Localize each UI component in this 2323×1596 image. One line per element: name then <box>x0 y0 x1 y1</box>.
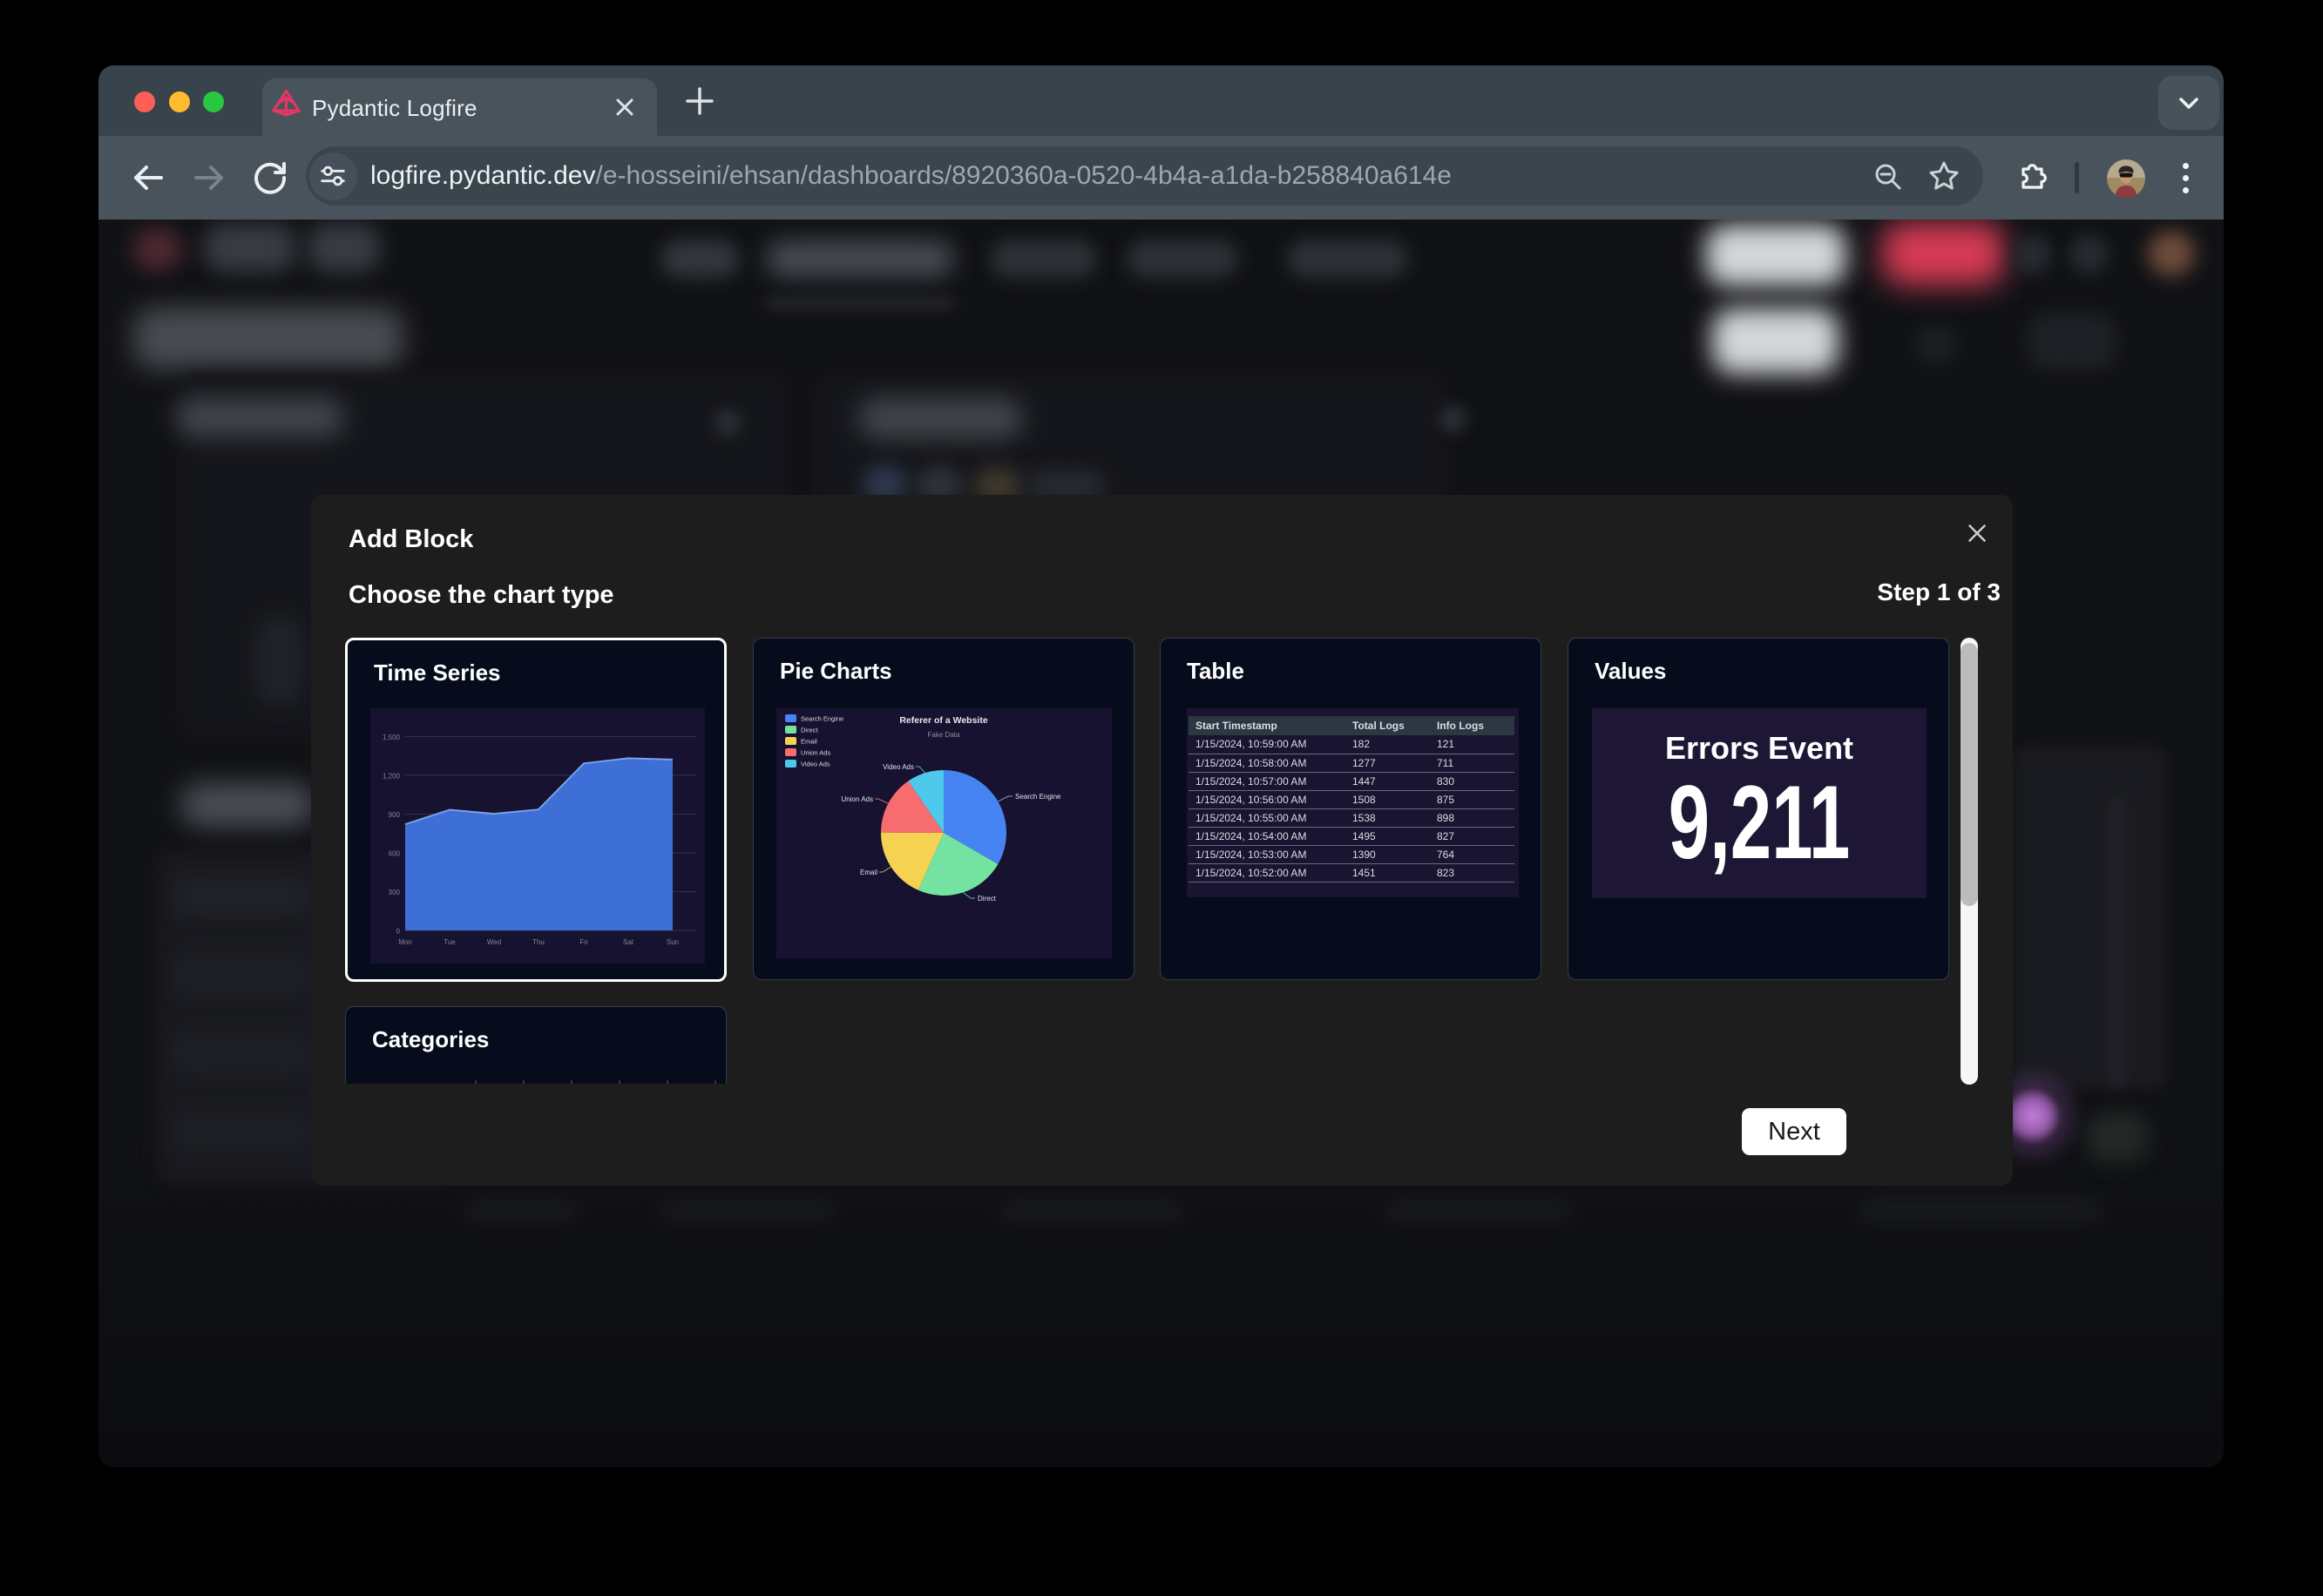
svg-text:Referer of a Website: Referer of a Website <box>899 715 987 726</box>
svg-text:Sun: Sun <box>667 938 679 946</box>
svg-text:Sat: Sat <box>623 938 634 946</box>
svg-text:Search Engine: Search Engine <box>801 715 843 723</box>
svg-text:1,500: 1,500 <box>383 734 401 741</box>
svg-text:Fri: Fri <box>579 938 588 946</box>
svg-text:Search Engine: Search Engine <box>1015 793 1061 801</box>
svg-text:Mon: Mon <box>398 938 412 946</box>
svg-text:Direct: Direct <box>978 895 997 903</box>
svg-text:Union Ads: Union Ads <box>842 795 873 803</box>
svg-text:300: 300 <box>389 889 401 896</box>
svg-text:900: 900 <box>389 811 401 819</box>
svg-text:1,200: 1,200 <box>383 773 401 781</box>
svg-text:Video Ads: Video Ads <box>801 761 830 768</box>
svg-text:Video Ads: Video Ads <box>883 763 914 771</box>
svg-text:Direct: Direct <box>801 727 819 734</box>
svg-text:Thu: Thu <box>532 938 545 946</box>
svg-text:Tue: Tue <box>444 938 456 946</box>
svg-text:Union Ads: Union Ads <box>801 749 830 757</box>
svg-text:Email: Email <box>801 738 817 746</box>
svg-text:0: 0 <box>396 928 401 936</box>
svg-text:Email: Email <box>860 869 877 876</box>
svg-text:600: 600 <box>389 850 401 858</box>
svg-text:Fake Data: Fake Data <box>928 731 960 739</box>
svg-text:Wed: Wed <box>487 938 501 946</box>
